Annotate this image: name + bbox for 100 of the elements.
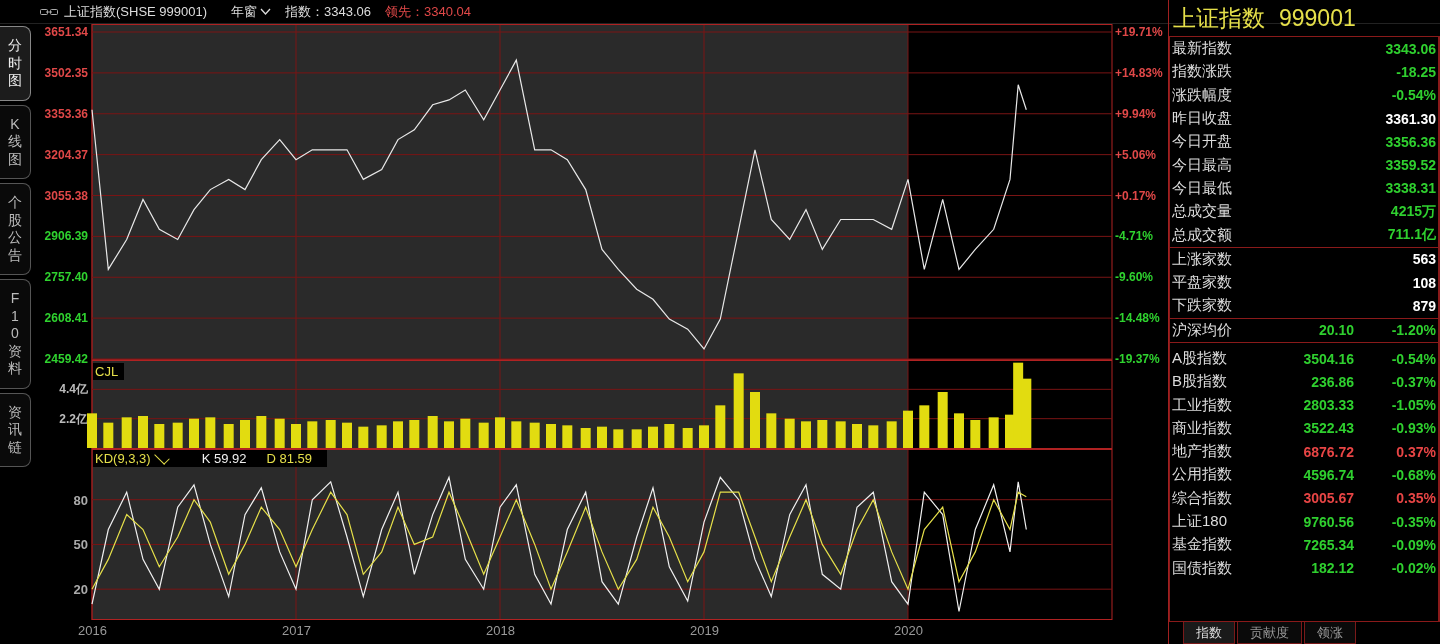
volume-bar (648, 426, 658, 448)
volume-bar (393, 421, 403, 448)
indicator-title[interactable]: KD(9,3,3) (93, 450, 178, 467)
row-label: 商业指数 (1172, 418, 1233, 438)
row-value: 182.12 (1310, 560, 1354, 577)
index-reading: 指数：3343.06 (285, 2, 372, 21)
axis-label: 50 (73, 537, 88, 553)
row-value: 3361.30 (1384, 110, 1436, 127)
panel-tab[interactable]: 领涨 (1304, 622, 1356, 644)
row-label: 涨跌幅度 (1172, 85, 1233, 105)
row-value: -0.54% (1390, 87, 1436, 104)
panel-tab[interactable]: 贡献度 (1237, 622, 1302, 644)
panel-tab[interactable]: 指数 (1183, 622, 1235, 644)
volume-bar (444, 421, 454, 448)
volume-bar (256, 416, 267, 448)
axis-label: 20 (73, 582, 88, 598)
row-change: -0.02% (1390, 560, 1436, 577)
volume-bar (138, 416, 148, 448)
axis-label: +9.94% (1115, 106, 1157, 121)
volume-bar (529, 422, 540, 448)
row-value: 3522.43 (1302, 420, 1354, 437)
axis-label: 2757.40 (44, 270, 88, 285)
volume-bar (919, 405, 930, 448)
link-icon[interactable] (40, 7, 58, 16)
volume-bar (205, 417, 216, 448)
axis-label: 2020 (894, 623, 923, 638)
axis-label: 3204.37 (44, 147, 88, 162)
volume-bar (87, 413, 97, 448)
side-tab[interactable]: 资讯链 (0, 392, 31, 467)
volume-bar (460, 418, 471, 448)
k-reading: K 59.92 (200, 450, 248, 467)
side-tab[interactable]: 分时图 (0, 26, 31, 101)
volume-bar (172, 422, 183, 448)
axis-label: 2019 (690, 623, 719, 638)
row-label: A股指数 (1172, 349, 1228, 368)
row-label: 平盘家数 (1172, 273, 1233, 293)
axis-label: 3651.34 (44, 25, 88, 39)
row-label: 指数涨跌 (1172, 62, 1233, 82)
volume-bar (546, 424, 556, 448)
row-value: 20.10 (1317, 322, 1354, 339)
axis-label: 80 (73, 492, 88, 508)
axis-label: 3353.36 (44, 106, 88, 121)
period-dropdown[interactable]: 年窗 (231, 2, 272, 21)
row-label: 今日最高 (1172, 155, 1233, 175)
volume-bar (954, 413, 964, 448)
side-tab[interactable]: K线图 (0, 104, 31, 179)
row-change: 0.35% (1395, 490, 1436, 507)
row-value: 3005.67 (1302, 490, 1354, 507)
volume-bar (766, 413, 777, 448)
row-change: -0.35% (1390, 513, 1436, 530)
axis-label: -14.48% (1115, 311, 1160, 326)
row-label: 上涨家数 (1172, 249, 1233, 269)
side-tab[interactable]: 个股公告 (0, 183, 31, 275)
volume-bar (291, 424, 301, 448)
row-label: 总成交量 (1172, 202, 1233, 222)
axis-label: 2018 (486, 623, 515, 638)
volume-bar (427, 416, 438, 448)
row-value: 7265.34 (1302, 536, 1354, 553)
volume-bar (223, 424, 234, 448)
volume-bar (409, 420, 420, 448)
row-change: -0.09% (1390, 536, 1436, 553)
volume-bar (121, 417, 132, 448)
row-label: B股指数 (1172, 372, 1228, 392)
volume-bar (376, 425, 387, 448)
volume-bar (664, 424, 675, 448)
axis-label: +14.83% (1115, 65, 1163, 80)
volume-bar (103, 422, 114, 448)
row-label: 沪深均价 (1172, 320, 1233, 340)
axis-label: +5.06% (1115, 147, 1157, 162)
axis-label: +19.71% (1115, 25, 1163, 39)
volume-bar (817, 420, 828, 448)
row-label: 地产指数 (1172, 442, 1233, 462)
row-value: 879 (1411, 297, 1436, 314)
row-value: 711.1亿 (1386, 226, 1436, 244)
row-label: 上证180 (1172, 512, 1229, 532)
axis-label: 4.4亿 (59, 382, 88, 397)
volume-bar (511, 421, 522, 448)
axis-label: 3055.38 (44, 188, 88, 203)
row-change: -1.20% (1390, 322, 1436, 339)
side-tab[interactable]: F10资料 (0, 279, 31, 389)
row-value: 4596.74 (1302, 467, 1354, 483)
row-label: 最新指数 (1172, 39, 1233, 59)
volume-bar (562, 425, 573, 448)
axis-label: -9.60% (1115, 270, 1154, 285)
volume-bar (903, 410, 913, 448)
volume-bar (784, 418, 795, 448)
volume-bar (699, 425, 709, 448)
volume-bar (1021, 378, 1032, 448)
row-change: -0.37% (1390, 373, 1436, 390)
row-label: 基金指数 (1172, 535, 1233, 555)
volume-bar (240, 420, 250, 448)
row-value: 3338.31 (1384, 180, 1436, 197)
d-reading: D 81.59 (265, 450, 314, 467)
row-value: -18.25 (1395, 63, 1436, 80)
volume-bar (580, 428, 591, 448)
chart-title: CJL (94, 363, 120, 380)
axis-label: 3502.35 (44, 65, 88, 80)
volume-bar (325, 420, 336, 448)
row-change: 0.37% (1395, 443, 1436, 460)
row-label: 总成交额 (1172, 225, 1233, 245)
